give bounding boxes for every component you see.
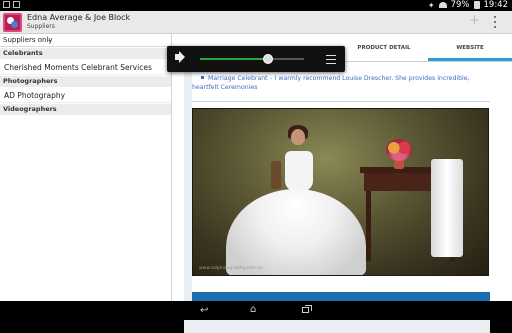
system-nav-bar: ↩ ⌂ (0, 301, 512, 320)
app-subtitle: Suppliers (27, 23, 55, 30)
tab-website[interactable]: WEBSITE (428, 40, 512, 61)
table-runner (431, 159, 463, 257)
bullet-icon (201, 76, 204, 79)
add-icon[interactable]: + (469, 14, 480, 28)
wedding-photo: www.adphotography.com.au (192, 108, 489, 276)
category-header-celebrants: Celebrants (0, 48, 171, 59)
speaker-icon[interactable] (175, 51, 185, 63)
home-icon[interactable]: ⌂ (250, 305, 256, 315)
wedding-dress (226, 189, 366, 275)
list-item-cherished-moments[interactable]: Cherished Moments Celebrant Services (0, 60, 171, 75)
app-title: Edna Average & Joe Block (27, 13, 131, 22)
divider (0, 46, 171, 47)
volume-panel (167, 46, 345, 72)
image-notification-icon (3, 1, 10, 8)
volume-slider-fill (200, 58, 268, 60)
bride-bodice (285, 151, 313, 191)
supplier-filter-dropdown[interactable]: Suppliers only (3, 36, 53, 44)
battery-icon (473, 1, 480, 9)
download-notification-icon (13, 1, 20, 8)
app-logo-icon[interactable] (3, 13, 22, 32)
volume-slider[interactable] (200, 54, 304, 64)
dropdown-arrow-icon (48, 40, 51, 43)
list-item-ad-photography[interactable]: AD Photography (0, 88, 171, 103)
divider (192, 101, 490, 102)
flower-bouquet (386, 139, 412, 161)
status-bar: ✦ 79% 19:42 (0, 0, 512, 11)
location-icon: ✦ (427, 0, 435, 10)
category-header-videographers: Videographers (0, 104, 171, 115)
battery-percent: 79% (450, 0, 470, 10)
bride-face (291, 129, 305, 145)
category-header-photographers: Photographers (0, 76, 171, 87)
clock: 19:42 (483, 0, 509, 10)
wifi-icon (438, 2, 447, 8)
notification-icons (3, 1, 20, 8)
overflow-menu-icon[interactable] (494, 16, 497, 28)
photo-watermark: www.adphotography.com.au (199, 266, 263, 271)
supplier-detail-pane: PRODUCT DETAIL WEBSITE Marriage Celebran… (172, 34, 512, 333)
chair (271, 161, 281, 189)
testimonial-link[interactable]: Marriage Celebrant – I warmly recommend … (192, 74, 490, 92)
volume-slider-thumb[interactable] (262, 54, 273, 64)
website-content: Marriage Celebrant – I warmly recommend … (192, 64, 490, 300)
supplier-list-pane: Suppliers only Celebrants Cherished Mome… (0, 34, 172, 301)
recent-apps-icon[interactable] (302, 305, 312, 313)
action-bar: Edna Average & Joe Block Suppliers + (0, 11, 512, 34)
tab-product-detail[interactable]: PRODUCT DETAIL (340, 40, 428, 61)
back-icon[interactable]: ↩ (200, 306, 208, 316)
sound-settings-icon[interactable] (326, 53, 336, 65)
